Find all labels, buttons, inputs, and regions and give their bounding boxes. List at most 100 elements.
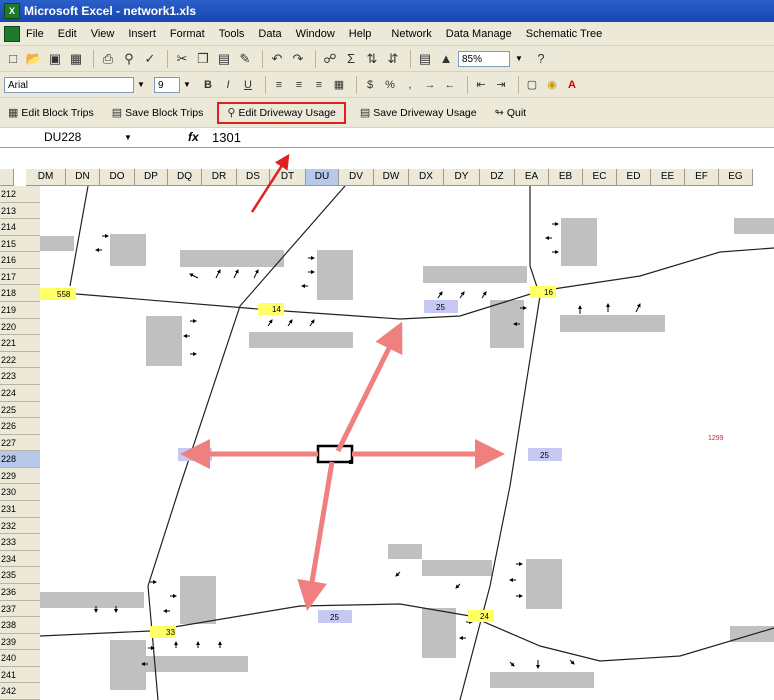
row-header-241[interactable]: 241 xyxy=(0,666,40,684)
row-header-234[interactable]: 234 xyxy=(0,550,40,568)
row-header-240[interactable]: 240 xyxy=(0,650,40,667)
save-block-trips-button[interactable]: ▤ Save Block Trips xyxy=(108,102,208,124)
open-icon[interactable]: 📂 xyxy=(25,50,43,68)
edit-driveway-usage-button[interactable]: ⚲ Edit Driveway Usage xyxy=(217,101,346,124)
increase-decimal-icon[interactable]: → xyxy=(422,76,438,94)
menu-file[interactable]: File xyxy=(26,28,44,40)
chevron-down-icon[interactable]: ▼ xyxy=(180,77,194,93)
save-icon[interactable]: ▣ xyxy=(46,50,64,68)
redo-icon[interactable]: ↷ xyxy=(289,50,307,68)
name-box[interactable]: DU228 xyxy=(14,130,124,145)
formula-input[interactable]: 1301 xyxy=(212,129,241,146)
underline-icon[interactable]: U xyxy=(240,76,256,94)
row-header-229[interactable]: 229 xyxy=(0,467,40,485)
help-icon[interactable]: ? xyxy=(532,50,550,68)
row-header-231[interactable]: 231 xyxy=(0,501,40,518)
print-preview-icon[interactable]: ⚲ xyxy=(120,50,138,68)
column-header-ee[interactable]: EE xyxy=(651,169,685,186)
row-header-225[interactable]: 225 xyxy=(0,401,40,419)
cut-icon[interactable]: ✂ xyxy=(173,50,191,68)
row-header-226[interactable]: 226 xyxy=(0,418,40,435)
drawing-icon[interactable]: ▲ xyxy=(437,50,455,68)
new-icon[interactable]: □ xyxy=(4,50,22,68)
permission-icon[interactable]: ▦ xyxy=(67,50,85,68)
row-header-227[interactable]: 227 xyxy=(0,434,40,452)
font-name-select[interactable]: Arial xyxy=(4,76,134,93)
chevron-down-icon[interactable]: ▼ xyxy=(134,77,148,93)
column-header-dz[interactable]: DZ xyxy=(480,169,515,186)
zoom-select[interactable]: 85% xyxy=(458,50,510,67)
fx-icon[interactable]: fx xyxy=(188,129,199,146)
column-header-ef[interactable]: EF xyxy=(685,169,719,186)
column-header-dt[interactable]: DT xyxy=(270,169,306,186)
column-header-eg[interactable]: EG xyxy=(719,169,753,186)
sort-descending-icon[interactable]: ⇵ xyxy=(384,50,402,68)
active-cell-DU228[interactable] xyxy=(316,444,354,464)
row-header-228[interactable]: 228 xyxy=(0,451,40,468)
fill-color-icon[interactable]: ◉ xyxy=(544,76,560,94)
column-header-ed[interactable]: ED xyxy=(617,169,651,186)
decrease-decimal-icon[interactable]: ← xyxy=(442,76,458,94)
menu-tools[interactable]: Tools xyxy=(219,28,245,40)
edit-block-trips-button[interactable]: ▦ Edit Block Trips xyxy=(4,102,98,124)
column-header-do[interactable]: DO xyxy=(100,169,135,186)
undo-icon[interactable]: ↶ xyxy=(268,50,286,68)
menu-schematic-tree[interactable]: Schematic Tree xyxy=(526,28,602,40)
paste-icon[interactable]: ▤ xyxy=(215,50,233,68)
column-header-ea[interactable]: EA xyxy=(515,169,549,186)
row-header-216[interactable]: 216 xyxy=(0,252,40,269)
align-center-icon[interactable]: ≡ xyxy=(291,76,307,94)
decrease-indent-icon[interactable]: ⇤ xyxy=(473,76,489,94)
row-header-220[interactable]: 220 xyxy=(0,318,40,336)
row-header-214[interactable]: 214 xyxy=(0,219,40,236)
menu-data[interactable]: Data xyxy=(258,28,281,40)
row-header-236[interactable]: 236 xyxy=(0,583,40,601)
menu-network[interactable]: Network xyxy=(391,28,431,40)
quit-button[interactable]: ↬ Quit xyxy=(491,102,530,124)
column-header-dr[interactable]: DR xyxy=(202,169,237,186)
column-header-dv[interactable]: DV xyxy=(339,169,374,186)
font-size-select[interactable]: 9 xyxy=(154,76,180,93)
column-header-ds[interactable]: DS xyxy=(237,169,270,186)
chevron-down-icon[interactable]: ▼ xyxy=(124,130,132,145)
font-color-icon[interactable]: A xyxy=(564,76,580,94)
column-header-dy[interactable]: DY xyxy=(444,169,480,186)
column-header-dw[interactable]: DW xyxy=(374,169,409,186)
chart-wizard-icon[interactable]: ▤ xyxy=(416,50,434,68)
menu-view[interactable]: View xyxy=(91,28,115,40)
row-header-222[interactable]: 222 xyxy=(0,351,40,369)
row-header-235[interactable]: 235 xyxy=(0,567,40,584)
menu-help[interactable]: Help xyxy=(349,28,372,40)
comma-icon[interactable]: , xyxy=(402,76,418,94)
row-header-224[interactable]: 224 xyxy=(0,384,40,402)
menu-data-manage[interactable]: Data Manage xyxy=(446,28,512,40)
italic-icon[interactable]: I xyxy=(220,76,236,94)
column-header-du[interactable]: DU xyxy=(306,169,339,186)
menu-edit[interactable]: Edit xyxy=(58,28,77,40)
percent-icon[interactable]: % xyxy=(382,76,398,94)
worksheet-grid[interactable]: 558 14 16 33 24 25 25 25 25 1299 xyxy=(40,186,774,700)
menu-insert[interactable]: Insert xyxy=(128,28,156,40)
row-header-221[interactable]: 221 xyxy=(0,335,40,352)
increase-indent-icon[interactable]: ⇥ xyxy=(493,76,509,94)
align-right-icon[interactable]: ≡ xyxy=(311,76,327,94)
bold-icon[interactable]: B xyxy=(200,76,216,94)
save-driveway-usage-button[interactable]: ▤ Save Driveway Usage xyxy=(356,102,481,124)
hyperlink-icon[interactable]: ☍ xyxy=(321,50,339,68)
column-header-dn[interactable]: DN xyxy=(66,169,100,186)
row-header-218[interactable]: 218 xyxy=(0,285,40,303)
print-icon[interactable]: ⎙ xyxy=(99,50,117,68)
align-left-icon[interactable]: ≡ xyxy=(271,76,287,94)
row-header-213[interactable]: 213 xyxy=(0,202,40,220)
row-header-238[interactable]: 238 xyxy=(0,617,40,634)
select-all-corner[interactable] xyxy=(0,169,14,186)
column-header-dx[interactable]: DX xyxy=(409,169,444,186)
chevron-down-icon[interactable]: ▼ xyxy=(512,51,526,67)
column-header-ec[interactable]: EC xyxy=(583,169,617,186)
column-header-dp[interactable]: DP xyxy=(135,169,168,186)
format-painter-icon[interactable]: ✎ xyxy=(236,50,254,68)
fill-handle[interactable] xyxy=(349,460,353,464)
currency-icon[interactable]: $ xyxy=(362,76,378,94)
row-header-215[interactable]: 215 xyxy=(0,235,40,253)
row-header-219[interactable]: 219 xyxy=(0,302,40,319)
